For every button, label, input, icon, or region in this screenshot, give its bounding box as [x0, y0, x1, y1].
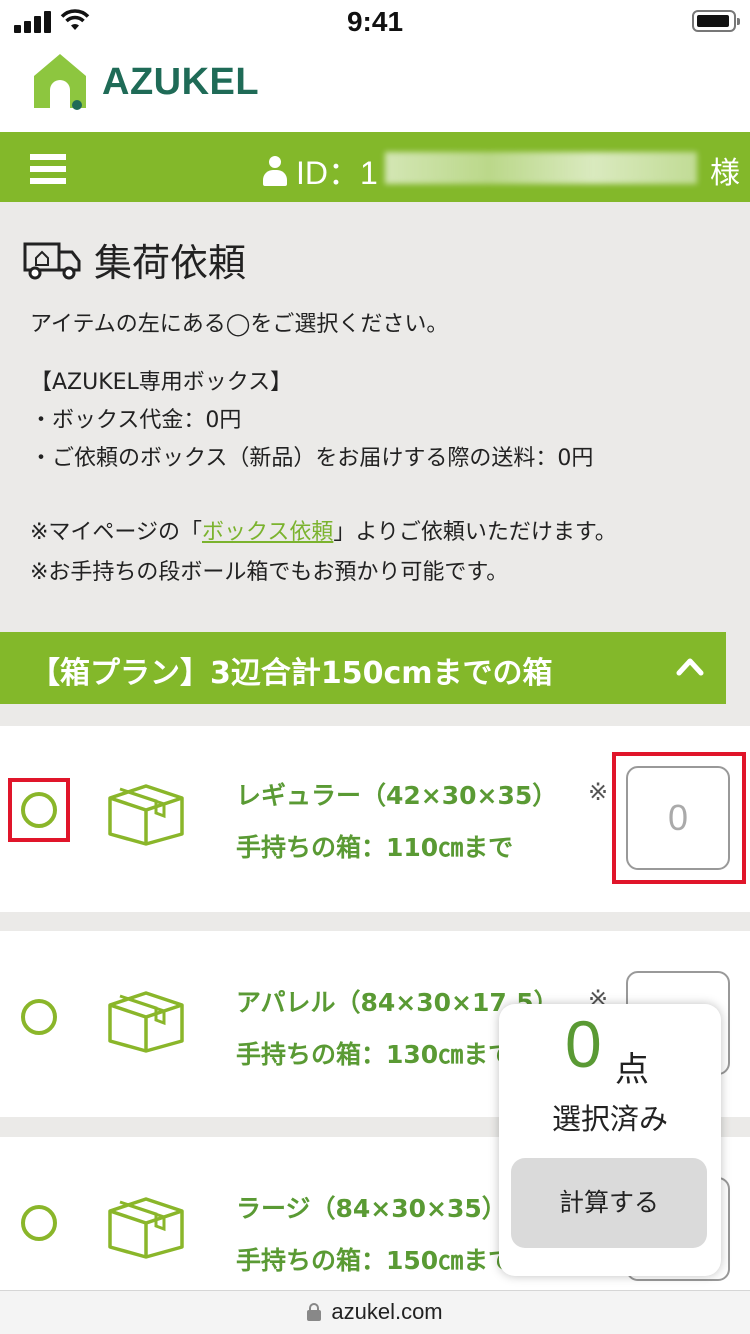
url-text: azukel.com [331, 1299, 443, 1324]
note-suffix: 」よりご依頼いただけます。 [333, 520, 617, 545]
selected-label: 選択済み [551, 1102, 668, 1136]
menu-icon[interactable] [30, 154, 66, 184]
plan-accordion-header[interactable]: 【箱プラン】3辺合計150cmまでの箱 [0, 632, 726, 704]
user-id-label: ID：1 [296, 155, 378, 191]
item-size-limit: 手持ちの箱：130㎝まで [236, 1040, 514, 1069]
lock-icon [307, 1303, 322, 1321]
box-icon [108, 991, 184, 1053]
item-name: レギュラー（42×30×35） [236, 781, 558, 810]
box-fee: ・ボックス代金：0円 [30, 408, 242, 433]
plan-title: 【箱プラン】3辺合計150cmまでの箱 [30, 656, 553, 691]
item-size-limit: 手持ちの箱：150㎝まで [236, 1246, 514, 1275]
box-heading: 【AZUKEL専用ボックス】 [30, 370, 293, 395]
note-own-box: ※お手持ちの段ボール箱でもお預かり可能です。 [30, 560, 509, 585]
user-id: ID：1 [262, 148, 378, 194]
item-size-limit: 手持ちの箱：110㎝まで [236, 833, 514, 862]
box-request-link[interactable]: ボックス依頼 [202, 520, 333, 545]
url-display[interactable]: azukel.com [0, 1299, 750, 1325]
select-radio[interactable] [21, 1205, 57, 1241]
box-icon [108, 1197, 184, 1259]
redacted-id [385, 152, 697, 184]
status-bar: 9:41 [0, 0, 750, 42]
selection-summary: 0 点 選択済み 計算する [499, 1004, 721, 1276]
page-title-text: 集荷依頼 [94, 241, 247, 285]
page-title: 集荷依頼 [22, 232, 246, 287]
site-header: AZUKEL [0, 42, 750, 132]
status-time: 9:41 [346, 6, 404, 37]
calculate-button[interactable]: 計算する [511, 1158, 707, 1248]
selected-count: 0 [565, 1007, 602, 1081]
selected-unit: 点 [615, 1050, 649, 1090]
user-icon [262, 156, 288, 186]
browser-url-bar[interactable]: azukel.com [0, 1290, 750, 1334]
item-name: ラージ（84×30×35） [236, 1194, 507, 1223]
azukel-logo-icon[interactable] [30, 50, 90, 112]
select-radio[interactable] [21, 999, 57, 1035]
highlight-box [8, 778, 70, 842]
note-box-request: ※マイページの「ボックス依頼」よりご依頼いただけます。 [30, 514, 617, 552]
truck-icon [23, 242, 81, 279]
instruction-text: アイテムの左にある◯をご選択ください。 [30, 312, 449, 337]
box-icon [108, 784, 184, 846]
item-note-mark: ※ [588, 778, 609, 806]
honorific: 様 [710, 156, 740, 191]
battery-icon [692, 10, 740, 32]
chevron-up-icon[interactable] [676, 656, 704, 676]
box-shipping: ・ご依頼のボックス（新品）をお届けする際の送料：0円 [30, 446, 594, 471]
nav-bar: ID：1 様 [0, 132, 750, 202]
highlight-box [612, 752, 746, 884]
brand-name[interactable]: AZUKEL [102, 61, 259, 104]
note-prefix: ※マイページの「 [30, 520, 202, 545]
list-item: レギュラー（42×30×35） 手持ちの箱：110㎝まで ※ 0 [0, 726, 750, 912]
